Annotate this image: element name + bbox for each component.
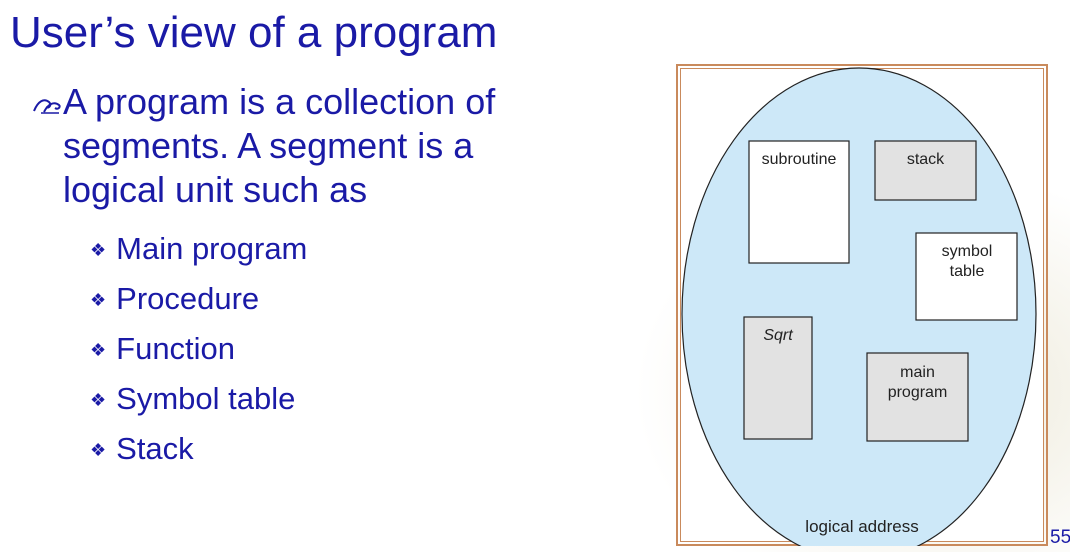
sub-bullet-text: Function (116, 331, 236, 366)
slide-title: User’s view of a program (10, 8, 498, 57)
diamond-bullet-icon: ❖ (90, 389, 107, 410)
sub-bullet-item: ❖ Function (90, 324, 307, 374)
sub-bullet-text: Procedure (116, 281, 260, 316)
sub-bullet-text: Symbol table (116, 381, 296, 416)
sub-bullet-item: ❖ Procedure (90, 274, 307, 324)
sub-bullet-list: ❖ Main program ❖ Procedure ❖ Function ❖ … (90, 224, 307, 474)
sub-bullet-text: Main program (116, 231, 308, 266)
diamond-bullet-icon: ❖ (90, 289, 107, 310)
page-number: 55 (1050, 527, 1070, 548)
diagram-canvas (681, 67, 1037, 546)
main-bullet: A program is a collection of segments. A… (32, 80, 572, 212)
segment-label-main-program: main program (887, 364, 948, 401)
segment-label-symbol-table: symbol table (941, 243, 993, 280)
diamond-bullet-icon: ❖ (90, 339, 107, 360)
sub-bullet-text: Stack (116, 431, 194, 466)
sub-bullet-item: ❖ Symbol table (90, 374, 307, 424)
diamond-bullet-icon: ❖ (90, 439, 107, 460)
segment-label-stack: stack (906, 151, 945, 168)
sub-bullet-item: ❖ Stack (90, 424, 307, 474)
diagram-caption: logical address (805, 517, 919, 536)
diamond-bullet-icon: ❖ (90, 239, 107, 260)
logical-address-diagram: subroutine stack symbol table Sqrt main … (676, 64, 1048, 546)
sub-bullet-item: ❖ Main program (90, 224, 307, 274)
swirl-bullet-icon (33, 99, 61, 114)
segment-label-subroutine: subroutine (761, 151, 837, 168)
main-bullet-text: A program is a collection of segments. A… (63, 81, 496, 210)
segment-label-sqrt: Sqrt (763, 327, 793, 344)
